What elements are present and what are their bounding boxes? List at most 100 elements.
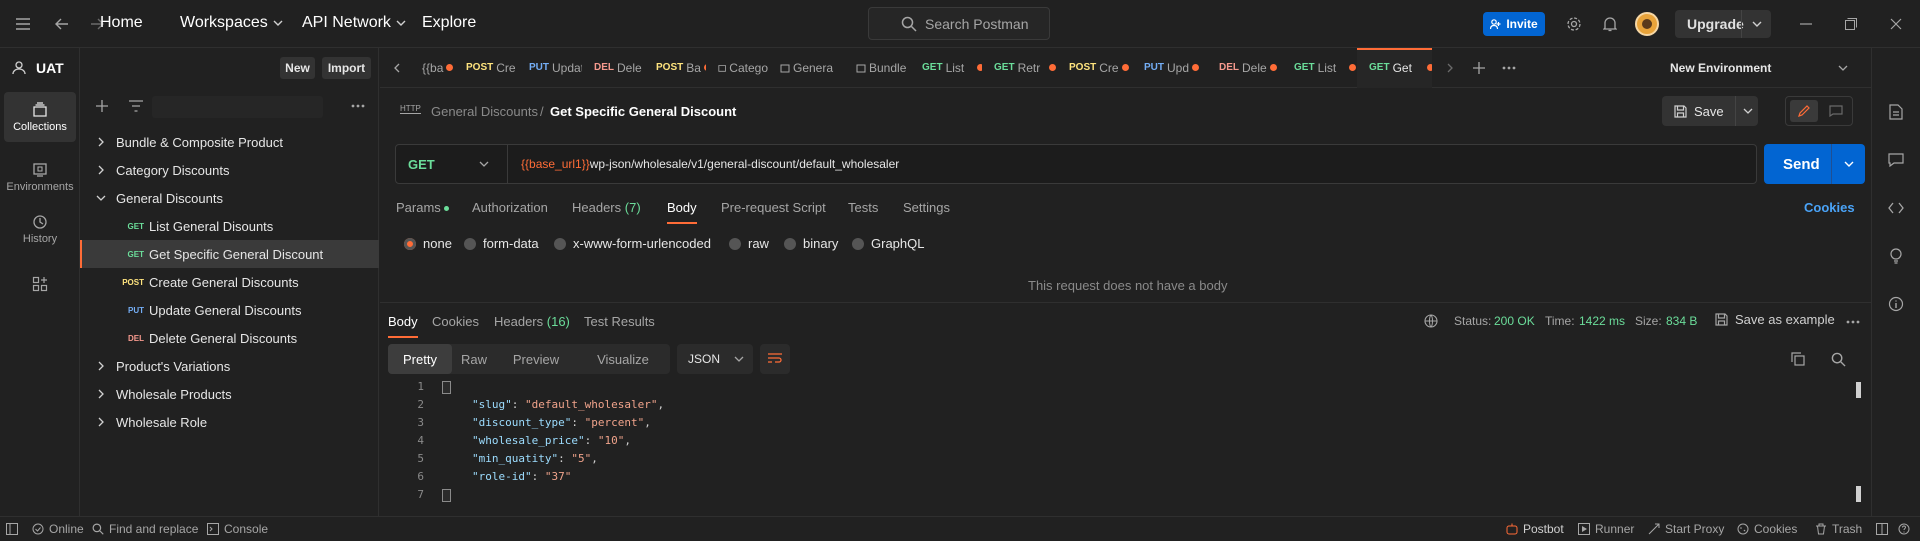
request-title[interactable]: Get Specific General Discount: [550, 104, 736, 119]
home-link[interactable]: Home: [100, 14, 143, 32]
lightbulb-icon[interactable]: [1886, 246, 1906, 266]
back-arrow-icon[interactable]: [52, 14, 72, 34]
upgrade-button[interactable]: Upgrade: [1675, 10, 1771, 38]
info-icon[interactable]: [1886, 294, 1906, 314]
request-tab[interactable]: PUT Updat: [517, 48, 582, 88]
response-tab-tests[interactable]: Test Results: [584, 314, 655, 329]
restore-icon[interactable]: [1841, 14, 1861, 34]
rail-history[interactable]: History: [4, 204, 76, 254]
tab-authorization[interactable]: Authorization: [472, 200, 548, 215]
tab-params[interactable]: Params: [396, 200, 449, 215]
minimize-icon[interactable]: [1796, 14, 1816, 34]
response-divider[interactable]: [380, 302, 1871, 303]
format-select[interactable]: JSON: [677, 344, 753, 374]
search-bar[interactable]: Search Postman: [868, 7, 1050, 40]
wrap-lines-icon[interactable]: [760, 344, 790, 374]
cookies-button[interactable]: Cookies: [1737, 517, 1797, 541]
request-tab[interactable]: POST Cre: [454, 48, 517, 88]
copy-icon[interactable]: [1789, 350, 1807, 368]
tab-body[interactable]: Body: [667, 200, 697, 224]
request-tab[interactable]: POST Cre: [1057, 48, 1132, 88]
toggle-sidebar-icon[interactable]: [6, 517, 18, 541]
method-select[interactable]: GET: [396, 145, 508, 183]
trash-button[interactable]: Trash: [1815, 517, 1862, 541]
folder-general-discounts[interactable]: General Discounts: [80, 184, 379, 212]
new-button[interactable]: New: [280, 57, 315, 79]
online-status[interactable]: Online: [32, 517, 84, 541]
fold-open-icon[interactable]: [442, 381, 451, 394]
comment-view-icon[interactable]: [1822, 100, 1850, 122]
plus-icon[interactable]: [1464, 48, 1494, 88]
find-replace[interactable]: Find and replace: [92, 517, 198, 541]
view-preview[interactable]: Preview: [496, 344, 576, 374]
console-button[interactable]: Console: [207, 517, 268, 541]
folder-product-variations[interactable]: Product's Variations: [80, 352, 379, 380]
chevron-left-icon[interactable]: [384, 48, 410, 88]
response-code-editor[interactable]: 1 2 3 4 5 6 7 "slug": "default_wholesale…: [380, 380, 1861, 508]
body-type-urlencoded[interactable]: x-www-form-urlencoded: [554, 236, 711, 251]
request-update-general[interactable]: PUT Update General Discounts: [80, 296, 379, 324]
invite-button[interactable]: Invite: [1483, 12, 1545, 36]
collection-search-input[interactable]: [152, 96, 323, 118]
more-options-icon[interactable]: [350, 98, 366, 114]
rail-collections[interactable]: Collections: [4, 92, 76, 142]
folder-category-discounts[interactable]: Category Discounts: [80, 156, 379, 184]
body-type-binary[interactable]: binary: [784, 236, 838, 251]
request-tab[interactable]: Bundle: [844, 48, 910, 88]
avatar[interactable]: [1635, 12, 1659, 36]
size-value[interactable]: 834 B: [1666, 314, 1697, 328]
rail-configure[interactable]: [4, 266, 76, 302]
body-type-form-data[interactable]: form-data: [464, 236, 539, 251]
menu-icon[interactable]: [14, 16, 32, 32]
help-icon[interactable]: [1898, 517, 1910, 541]
response-tab-headers[interactable]: Headers (16): [494, 314, 570, 329]
request-tab[interactable]: POST Ba: [644, 48, 706, 88]
comments-icon[interactable]: [1886, 150, 1906, 170]
folder-wholesale-role[interactable]: Wholesale Role: [80, 408, 379, 436]
save-as-example-button[interactable]: Save as example: [1715, 312, 1835, 327]
documentation-icon[interactable]: [1886, 102, 1906, 122]
tab-tests[interactable]: Tests: [848, 200, 878, 215]
view-visualize[interactable]: Visualize: [576, 344, 670, 374]
plus-icon[interactable]: [94, 98, 110, 114]
send-button[interactable]: Send: [1764, 144, 1865, 184]
scrollbar-bottom[interactable]: [1856, 486, 1861, 502]
start-proxy-button[interactable]: Start Proxy: [1648, 517, 1724, 541]
url-input[interactable]: {{base_url1}} wp-json/wholesale/v1/gener…: [521, 157, 899, 171]
scrollbar-top[interactable]: [1856, 382, 1861, 398]
more-tabs-icon[interactable]: [1494, 48, 1524, 88]
response-tab-body[interactable]: Body: [388, 314, 418, 338]
runner-button[interactable]: Runner: [1578, 517, 1634, 541]
request-create-general[interactable]: POST Create General Discounts: [80, 268, 379, 296]
request-tab[interactable]: GET List: [1282, 48, 1357, 88]
search-icon[interactable]: [1829, 350, 1847, 368]
request-tab[interactable]: DEL Dele: [582, 48, 644, 88]
tab-settings[interactable]: Settings: [903, 200, 950, 215]
view-pretty[interactable]: Pretty: [388, 344, 452, 374]
environment-selector[interactable]: New Environment: [1650, 48, 1871, 88]
save-button[interactable]: Save: [1662, 96, 1758, 126]
time-value[interactable]: 1422 ms: [1579, 314, 1625, 328]
request-tab[interactable]: PUT Upd: [1132, 48, 1207, 88]
rail-environments[interactable]: Environments: [4, 152, 76, 202]
chevron-right-icon[interactable]: [1436, 48, 1464, 88]
body-type-raw[interactable]: raw: [729, 236, 769, 251]
request-delete-general[interactable]: DEL Delete General Discounts: [80, 324, 379, 352]
request-tab-active[interactable]: GET Get: [1357, 47, 1432, 88]
explore-link[interactable]: Explore: [422, 14, 476, 32]
gear-icon[interactable]: [1564, 14, 1584, 34]
request-tab[interactable]: GET Retr: [982, 48, 1057, 88]
fold-close-icon[interactable]: [442, 489, 451, 502]
filter-icon[interactable]: [128, 98, 144, 114]
tab-headers[interactable]: Headers (7): [572, 200, 641, 215]
api-network-menu[interactable]: API Network: [302, 14, 406, 32]
breadcrumb-parent[interactable]: General Discounts: [431, 104, 538, 119]
status-value[interactable]: 200 OK: [1494, 314, 1535, 328]
workspaces-menu[interactable]: Workspaces: [180, 14, 283, 32]
postbot-button[interactable]: Postbot: [1506, 517, 1564, 541]
request-tab[interactable]: DEL Dele: [1207, 48, 1282, 88]
code-icon[interactable]: [1886, 198, 1906, 218]
view-raw[interactable]: Raw: [452, 344, 496, 374]
bell-icon[interactable]: [1600, 14, 1620, 34]
folder-wholesale-products[interactable]: Wholesale Products: [80, 380, 379, 408]
